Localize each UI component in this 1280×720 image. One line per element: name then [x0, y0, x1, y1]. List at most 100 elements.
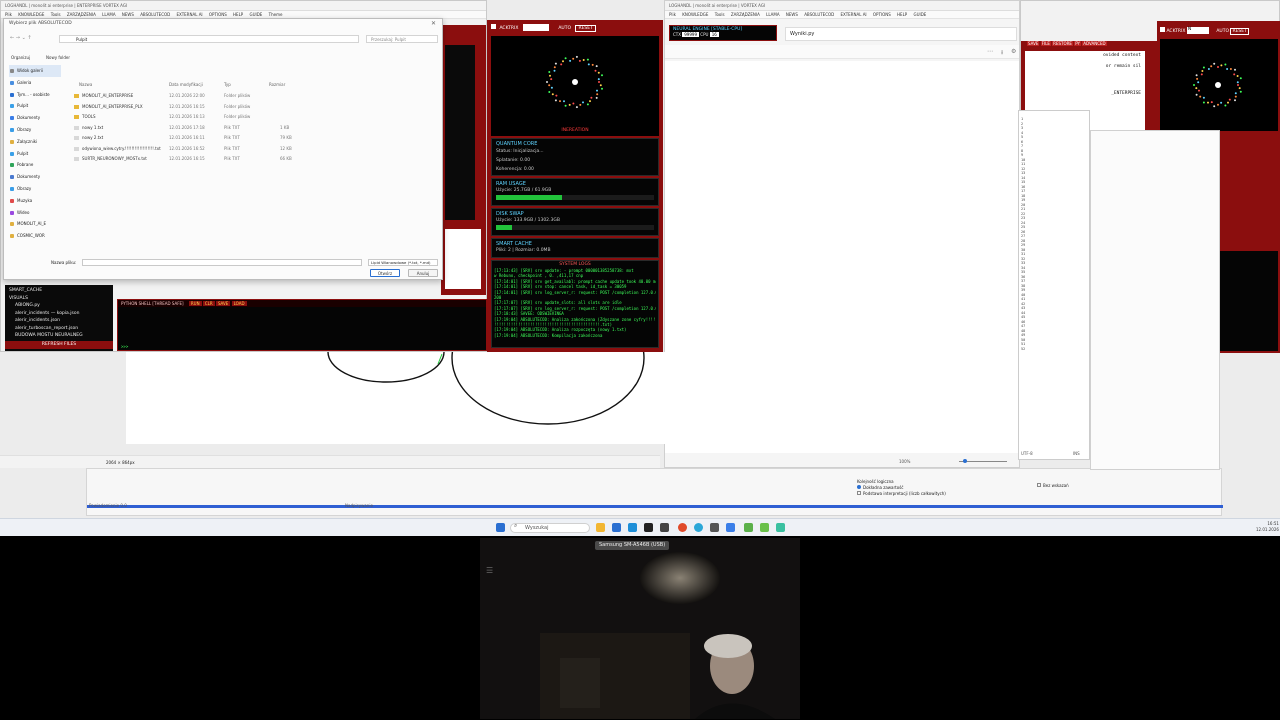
paint-canvas[interactable] [126, 291, 898, 444]
zoom-level[interactable]: 100% [899, 457, 910, 467]
sidebar-item[interactable]: Widok galerii [9, 65, 61, 77]
settings-icon[interactable]: ⚙ [1011, 48, 1016, 55]
cancel-button[interactable]: Anuluj [408, 269, 438, 277]
menu-item[interactable]: Plik [5, 12, 12, 17]
sidebar-item[interactable]: Obrazy [9, 124, 61, 136]
shell-load-button[interactable]: LOAD [231, 301, 247, 306]
menu-item[interactable]: Plik [669, 12, 676, 17]
python-icon[interactable] [710, 523, 719, 532]
editor-tab[interactable]: Wyniki.py [785, 27, 1017, 41]
right-auto-checkbox[interactable]: AUTO [1216, 29, 1229, 34]
cpu-input[interactable]: 16 [709, 32, 719, 37]
column-name[interactable]: Nazwa [79, 82, 92, 87]
more-icon[interactable]: ⋯ [987, 48, 993, 55]
menu-item[interactable]: LLAMA [102, 12, 115, 17]
menu-item[interactable]: NEWS [122, 12, 134, 17]
sidebar-item[interactable]: Pulpit [9, 148, 61, 160]
ctx-input[interactable]: 99999 [682, 32, 699, 37]
menu-item[interactable]: Theme [269, 12, 283, 17]
restore-button[interactable]: RESTORE [1052, 41, 1073, 46]
sidebar-item[interactable]: Załączniki [9, 136, 61, 148]
filename-input[interactable] [82, 259, 362, 266]
shell-clear-button[interactable]: CLR [202, 301, 215, 306]
tree-item[interactable]: alerir_incidents — kopia.json [9, 310, 109, 318]
auto-checkbox[interactable]: AUTO [558, 26, 571, 31]
tree-item[interactable]: VISUALS [9, 295, 109, 303]
sidebar-item[interactable]: Galeria [9, 77, 61, 89]
menu-item[interactable]: HELP [233, 12, 243, 17]
sidebar-item[interactable]: COSMIC_WOR [9, 230, 61, 242]
menu-item[interactable]: GUIDE [914, 12, 927, 17]
sidebar-item[interactable]: Tym... - osobiste [9, 89, 61, 101]
menu-item[interactable]: KNOWLEDGE [682, 12, 708, 17]
right-reset-button[interactable]: RESET [1230, 28, 1249, 35]
sidebar-item[interactable]: MONOLIT_AI_E [9, 218, 61, 230]
file-row[interactable]: TOOLS 12.01.2026 16:13 Folder plików [74, 112, 434, 123]
sidebar-item[interactable]: Pobrane [9, 159, 61, 171]
edge-icon[interactable] [628, 523, 637, 532]
app-green-icon[interactable] [760, 523, 769, 532]
shell-run-button[interactable]: RUN [188, 301, 202, 306]
menu-item[interactable]: ABSOLUTECOD [140, 12, 170, 17]
file-type-select[interactable]: Lipid Wlanowdowe (*.txt, *.md) [368, 259, 438, 266]
py-button[interactable]: PY [1074, 41, 1081, 46]
new-folder-button[interactable]: Nowy folder [46, 55, 70, 60]
file-explorer-icon[interactable] [596, 523, 605, 532]
start-icon[interactable] [496, 523, 505, 532]
forward-icon[interactable]: → [16, 35, 20, 41]
acktrix-input[interactable] [522, 24, 549, 31]
menu-item[interactable]: LLAMA [766, 12, 779, 17]
tree-item[interactable]: alerir_turboscan_report.json [9, 325, 109, 333]
clock[interactable]: 16:51 12.01.2026 [1256, 521, 1279, 533]
sidebar-item[interactable]: Obrazy [9, 183, 61, 195]
menu-item[interactable]: OPTIONS [873, 12, 891, 17]
sidebar-item[interactable]: Wideo [9, 207, 61, 219]
menu-item[interactable]: ZARZĄDZENIA [731, 12, 760, 17]
file-row[interactable]: nowy 2.txt 12.01.2026 16:11 Plik TXT 79 KB [74, 133, 434, 144]
sidebar-item[interactable]: Dokumenty [9, 112, 61, 124]
menu-icon[interactable]: ☰ [486, 566, 493, 575]
chrome-icon[interactable] [678, 523, 687, 532]
dialog-search-input[interactable]: Przeszukaj: Pulpit [366, 35, 438, 43]
organize-button[interactable]: Organizuj [11, 55, 30, 60]
address-bar[interactable]: Pulpit [59, 35, 359, 43]
browser-icon[interactable] [694, 523, 703, 532]
save-button[interactable]: SAVE [1027, 41, 1040, 46]
tree-item[interactable]: BUDOWA MOSTU NEURALNEG [9, 332, 109, 340]
checkbox-no-hints[interactable]: Bez wskazań [1037, 483, 1069, 488]
tree-item[interactable]: ABIONG.py [9, 302, 109, 310]
back-icon[interactable]: ← [10, 35, 14, 41]
sidebar-item[interactable]: Dokumenty [9, 171, 61, 183]
zoom-slider-handle[interactable] [963, 459, 967, 463]
vscode-icon[interactable] [744, 523, 753, 532]
app-teal-icon[interactable] [776, 523, 785, 532]
store-icon[interactable] [612, 523, 621, 532]
menu-item[interactable]: ABSOLUTECOD [804, 12, 834, 17]
right-acktrix-checkbox[interactable] [1160, 27, 1165, 32]
checkbox-integer[interactable]: Podstawa interpretacji (liczb całkowityc… [857, 491, 946, 497]
notepad-icon[interactable] [726, 523, 735, 532]
column-type[interactable]: Typ [224, 82, 231, 87]
menu-item[interactable]: KNOWLEDGE [18, 12, 44, 17]
menu-item[interactable]: Tools [51, 12, 61, 17]
acktrix-checkbox[interactable] [491, 24, 496, 29]
download-icon[interactable]: ⭳ [1001, 48, 1003, 58]
menu-item[interactable]: EXTERNAL AI [841, 12, 867, 17]
chevron-down-icon[interactable]: ⌄ [22, 35, 26, 41]
close-icon[interactable]: ✕ [431, 20, 436, 27]
taskbar-search-input[interactable]: Wyszukaj [510, 523, 590, 533]
terminal-icon[interactable] [644, 523, 653, 532]
menu-item[interactable]: ZARZĄDZENIA [67, 12, 96, 17]
advanced-button[interactable]: ADVANCED [1082, 41, 1107, 46]
shell-save-button[interactable]: SAVE [215, 301, 231, 306]
sidebar-item[interactable]: Pulpit [9, 100, 61, 112]
file-row[interactable]: MONOLIT_AI_ENTERPRISE_PLX 12.01.2026 16:1… [74, 102, 434, 113]
file-row[interactable]: nowy 1.txt 12.01.2026 17:18 Plik TXT 1 KB [74, 123, 434, 134]
sidebar-item[interactable]: Muzyka [9, 195, 61, 207]
open-button[interactable]: Otwórz [370, 269, 400, 277]
file-button[interactable]: FILE [1040, 41, 1051, 46]
column-date[interactable]: Data modyfikacji [169, 82, 203, 87]
right-acktrix-input[interactable]: N [1186, 27, 1209, 34]
file-row[interactable]: odywiona_wiew.cytry.!!!!!!!!!!!!!!!!!!.t… [74, 144, 434, 155]
tree-item[interactable]: SMART_CACHE [9, 287, 109, 295]
